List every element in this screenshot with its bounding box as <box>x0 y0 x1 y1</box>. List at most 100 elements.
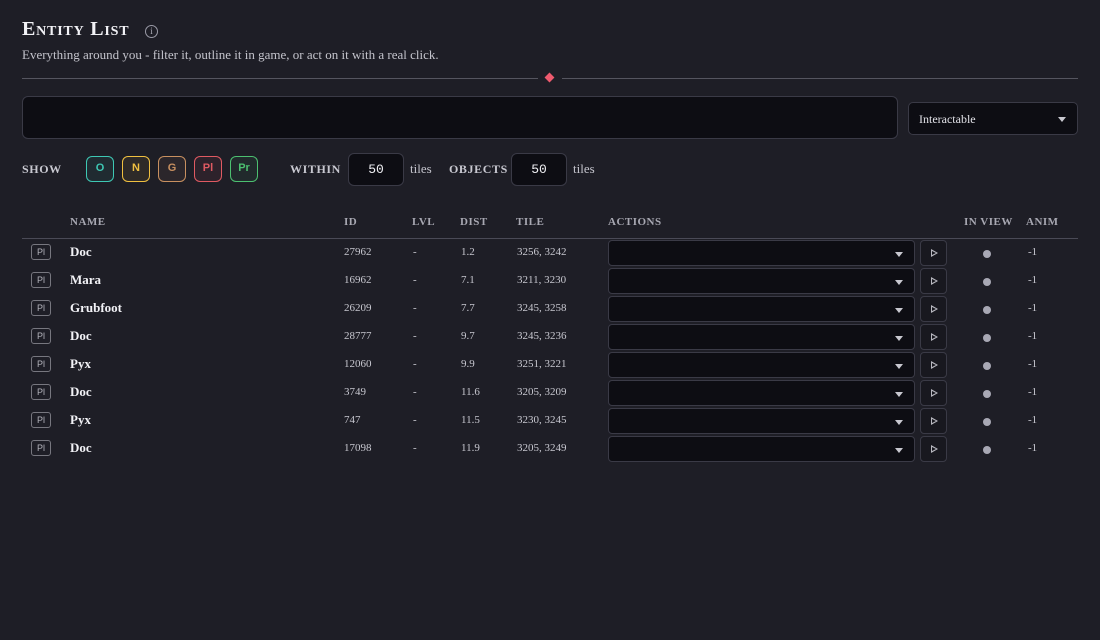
show-label: SHOW <box>22 162 62 176</box>
action-select[interactable] <box>608 240 915 266</box>
entity-id: 28777 <box>344 330 372 342</box>
action-select[interactable] <box>608 408 915 434</box>
action-select[interactable] <box>608 324 915 350</box>
table-row[interactable]: Pl Doc 27962 - 1.2 3256, 3242 -1 <box>22 239 1078 267</box>
column-header-dist[interactable]: DIST <box>460 216 488 228</box>
entity-filter-selected: Interactable <box>919 112 976 126</box>
play-icon <box>931 249 938 257</box>
entity-filter-select[interactable]: Interactable <box>908 102 1078 135</box>
perform-action-button[interactable] <box>920 296 947 322</box>
table-row[interactable]: Pl Doc 28777 - 9.7 3245, 3236 -1 <box>22 323 1078 351</box>
chevron-down-icon <box>1058 117 1066 122</box>
perform-action-button[interactable] <box>920 436 947 462</box>
entity-list-panel: Entity List i Everything around you - fi… <box>0 0 1100 640</box>
chevron-down-icon <box>895 420 903 425</box>
play-icon <box>931 277 938 285</box>
chevron-down-icon <box>895 280 903 285</box>
table-row[interactable]: Pl Pyx 12060 - 9.9 3251, 3221 -1 <box>22 351 1078 379</box>
entity-level: - <box>413 386 417 398</box>
entity-tile: 3211, 3230 <box>517 274 567 286</box>
entity-anim: -1 <box>1028 414 1038 426</box>
chip-npcs[interactable]: N <box>122 156 150 182</box>
divider-left <box>22 78 538 79</box>
entity-type-badge: Pl <box>31 384 51 400</box>
entity-id: 747 <box>344 414 361 426</box>
chevron-down-icon <box>895 448 903 453</box>
entity-type-badge: Pl <box>31 328 51 344</box>
entity-anim: -1 <box>1028 246 1038 258</box>
entity-name: Mara <box>70 272 102 287</box>
column-header-in-view[interactable]: IN VIEW <box>964 216 1013 228</box>
perform-action-button[interactable] <box>920 380 947 406</box>
entity-type-badge: Pl <box>31 300 51 316</box>
chevron-down-icon <box>895 308 903 313</box>
entity-name: Doc <box>70 440 92 455</box>
action-select[interactable] <box>608 296 915 322</box>
info-icon[interactable]: i <box>145 25 158 38</box>
entity-distance: 11.6 <box>461 386 480 398</box>
entity-tile: 3245, 3258 <box>517 302 567 314</box>
perform-action-button[interactable] <box>920 324 947 350</box>
in-view-indicator <box>983 390 991 398</box>
table-row[interactable]: Pl Grubfoot 26209 - 7.7 3245, 3258 -1 <box>22 295 1078 323</box>
play-icon <box>931 389 938 397</box>
perform-action-button[interactable] <box>920 408 947 434</box>
entity-level: - <box>413 414 417 426</box>
chip-players[interactable]: Pl <box>194 156 222 182</box>
divider-diamond-icon <box>544 72 555 83</box>
entity-name: Pyx <box>70 356 91 371</box>
action-select[interactable] <box>608 436 915 462</box>
table-row[interactable]: Pl Pyx 747 - 11.5 3230, 3245 -1 <box>22 407 1078 435</box>
play-icon <box>931 417 938 425</box>
column-header-name[interactable]: NAME <box>70 216 106 228</box>
column-header-anim[interactable]: ANIM <box>1026 216 1059 228</box>
entity-tile: 3230, 3245 <box>517 414 567 426</box>
column-header-tile[interactable]: TILE <box>516 216 544 228</box>
table-row[interactable]: Pl Doc 17098 - 11.9 3205, 3249 -1 <box>22 435 1078 463</box>
action-select[interactable] <box>608 380 915 406</box>
entity-type-badge: Pl <box>31 356 51 372</box>
entity-level: - <box>413 358 417 370</box>
play-icon <box>931 361 938 369</box>
within-distance-input[interactable] <box>348 153 404 186</box>
divider-right <box>562 78 1078 79</box>
entity-name: Doc <box>70 244 92 259</box>
perform-action-button[interactable] <box>920 268 947 294</box>
entity-tile: 3205, 3209 <box>517 386 567 398</box>
in-view-indicator <box>983 334 991 342</box>
within-label: WITHIN <box>290 162 341 176</box>
table-row[interactable]: Pl Doc 3749 - 11.6 3205, 3209 -1 <box>22 379 1078 407</box>
table-row[interactable]: Pl Mara 16962 - 7.1 3211, 3230 -1 <box>22 267 1078 295</box>
search-input[interactable] <box>22 96 898 139</box>
entity-id: 3749 <box>344 386 366 398</box>
chevron-down-icon <box>895 364 903 369</box>
perform-action-button[interactable] <box>920 352 947 378</box>
entity-id: 17098 <box>344 442 372 454</box>
entity-tile: 3256, 3242 <box>517 246 567 258</box>
entity-distance: 1.2 <box>461 246 475 258</box>
column-header-lvl[interactable]: LVL <box>412 216 435 228</box>
entity-level: - <box>413 302 417 314</box>
column-header-id[interactable]: ID <box>344 216 357 228</box>
perform-action-button[interactable] <box>920 240 947 266</box>
entity-anim: -1 <box>1028 330 1038 342</box>
entity-tile: 3245, 3236 <box>517 330 567 342</box>
entity-distance: 9.7 <box>461 330 475 342</box>
objects-label: OBJECTS <box>449 162 508 176</box>
chip-ground-items[interactable]: G <box>158 156 186 182</box>
chip-objects[interactable]: O <box>86 156 114 182</box>
entity-type-badge: Pl <box>31 244 51 260</box>
entity-distance: 11.9 <box>461 442 480 454</box>
entity-level: - <box>413 246 417 258</box>
entity-name: Pyx <box>70 412 91 427</box>
entity-name: Doc <box>70 384 92 399</box>
in-view-indicator <box>983 278 991 286</box>
action-select[interactable] <box>608 268 915 294</box>
objects-unit: tiles <box>573 161 595 176</box>
chevron-down-icon <box>895 252 903 257</box>
play-icon <box>931 333 938 341</box>
chip-projectiles[interactable]: Pr <box>230 156 258 182</box>
entity-level: - <box>413 330 417 342</box>
objects-distance-input[interactable] <box>511 153 567 186</box>
action-select[interactable] <box>608 352 915 378</box>
